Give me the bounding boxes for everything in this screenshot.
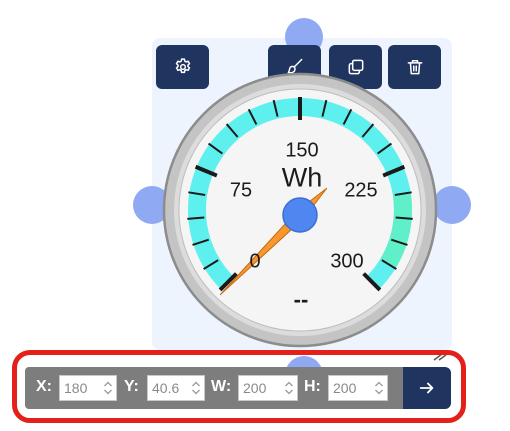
w-label: W: <box>211 378 232 395</box>
gauge-value-readout: -- <box>293 287 309 312</box>
w-input[interactable] <box>238 375 298 401</box>
gauge-minor-tick <box>395 216 413 220</box>
arrow-right-icon <box>419 382 434 394</box>
gauge-minor-tick <box>187 216 205 220</box>
gauge-tick-label-225: 225 <box>344 179 378 202</box>
x-label: X: <box>36 378 52 395</box>
y-spinner-icon[interactable] <box>191 379 201 397</box>
gauge-tick-label-300: 300 <box>330 250 364 273</box>
x-input[interactable] <box>59 375 117 401</box>
h-spinner-icon[interactable] <box>374 379 384 397</box>
gauge-tick-label-150: 150 <box>285 139 319 162</box>
gauge-unit-label: Wh <box>281 162 323 193</box>
gauge-tick-label-0: 0 <box>249 250 261 273</box>
apply-position-button[interactable] <box>403 367 451 409</box>
x-spinner-icon[interactable] <box>103 379 113 397</box>
h-label: H: <box>304 378 321 395</box>
y-input[interactable] <box>147 375 205 401</box>
gauge-hub <box>282 197 318 233</box>
h-input[interactable] <box>328 375 388 401</box>
gauge-dial <box>162 72 438 348</box>
y-label: Y: <box>124 378 139 395</box>
gauge-tick-label-75: 75 <box>229 179 253 202</box>
w-spinner-icon[interactable] <box>284 379 294 397</box>
